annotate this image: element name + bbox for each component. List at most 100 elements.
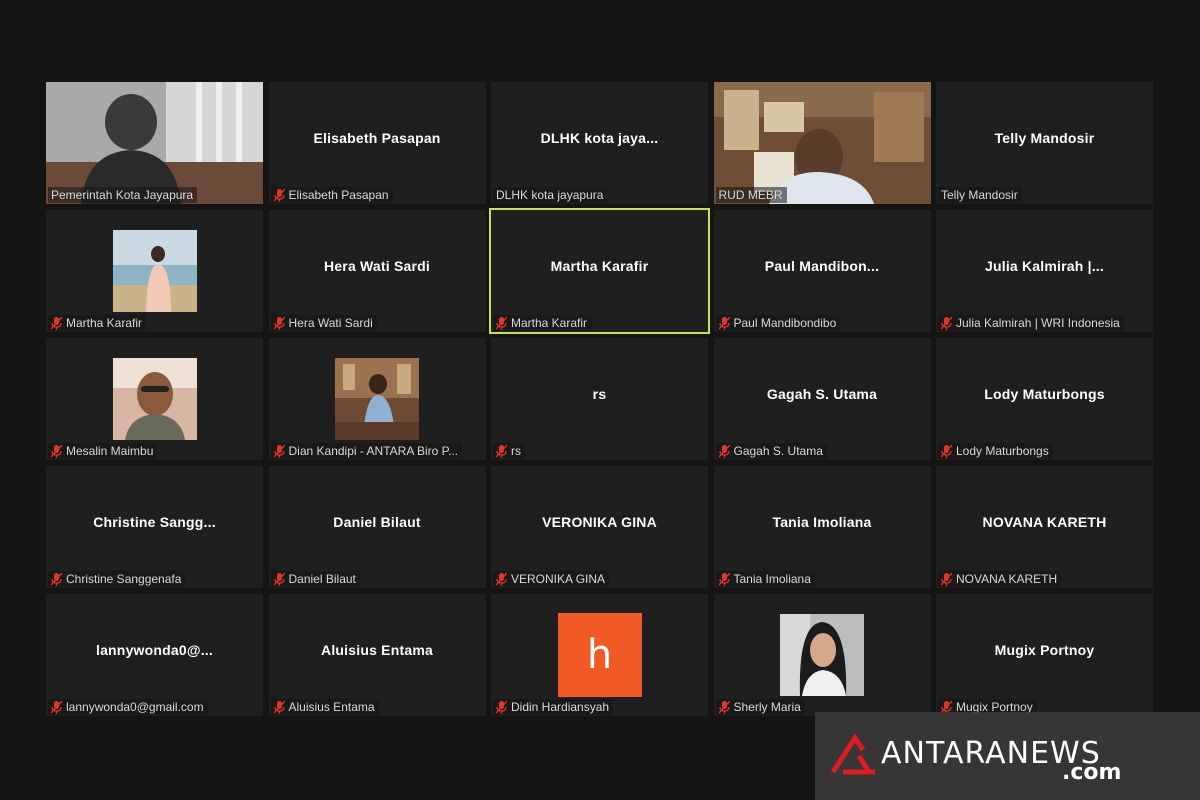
participant-name: Lody Maturbongs [956, 444, 1049, 458]
mic-muted-icon [273, 316, 285, 330]
participant-display-name: Martha Karafir [550, 258, 649, 275]
participant-tile[interactable]: Paul Mandibon... Paul Mandibondibo [713, 210, 931, 332]
gallery-grid: Pemerintah Kota Jayapura Elisabeth Pasap… [46, 82, 1153, 716]
profile-photo [112, 358, 197, 440]
participant-tile[interactable]: Mugix Portnoy Mugix Portnoy [936, 594, 1153, 716]
participant-display-name: Paul Mandibon... [764, 258, 880, 275]
participant-tile[interactable]: DLHK kota jaya... DLHK kota jayapura [491, 82, 708, 204]
participant-name-label: Didin Hardiansyah [493, 699, 614, 715]
participant-name: Christine Sanggenafa [66, 572, 182, 586]
mic-muted-icon [496, 444, 507, 458]
profile-photo [112, 230, 197, 312]
participant-tile[interactable]: Sherly Maria [713, 594, 931, 716]
mic-muted-icon [941, 572, 952, 586]
participant-name-label: Martha Karafir [48, 315, 147, 331]
participant-name: Paul Mandibondibo [733, 316, 837, 330]
participant-tile[interactable]: Hera Wati Sardi Hera Wati Sardi [268, 210, 486, 332]
antara-logo-icon [830, 733, 875, 775]
mic-muted-icon [941, 444, 952, 458]
participant-display-name: Julia Kalmirah |... [985, 258, 1104, 275]
participant-video [46, 82, 263, 204]
participant-name: Didin Hardiansyah [511, 700, 610, 714]
participant-tile[interactable]: Tania Imoliana Tania Imoliana [713, 466, 931, 588]
participant-name-label: DLHK kota jayapura [493, 187, 608, 203]
participant-name-label: Daniel Bilaut [270, 571, 360, 587]
participant-name-label: Lody Maturbongs [938, 443, 1053, 459]
participant-name: rs [511, 444, 521, 458]
mic-muted-icon [718, 316, 730, 330]
participant-tile[interactable]: Martha Karafir [46, 210, 263, 332]
participant-display-name: Mugix Portnoy [994, 642, 1095, 659]
participant-tile[interactable]: Pemerintah Kota Jayapura [46, 82, 263, 204]
participant-tile[interactable]: lannywonda0@... lannywonda0@gmail.com [46, 594, 263, 716]
participant-name-label: Sherly Maria [715, 699, 805, 715]
participant-display-name: Elisabeth Pasapan [313, 130, 441, 147]
participant-display-name: lannywonda0@... [95, 642, 213, 659]
participant-display-name: DLHK kota jaya... [540, 130, 659, 147]
participant-name: VERONIKA GINA [511, 572, 606, 586]
participant-name-label: Martha Karafir [493, 315, 592, 331]
participant-display-name: Telly Mandosir [994, 130, 1095, 147]
participant-display-name: Daniel Bilaut [333, 514, 421, 531]
participant-tile[interactable]: NOVANA KARETH NOVANA KARETH [936, 466, 1153, 588]
participant-name: Dian Kandipi - ANTARA Biro P... [288, 444, 459, 458]
participant-tile[interactable]: Telly Mandosir Telly Mandosir [936, 82, 1153, 204]
antaranews-watermark: ANTARANEWS .com [815, 712, 1200, 800]
participant-name: Pemerintah Kota Jayapura [51, 188, 194, 202]
participant-name-label: NOVANA KARETH [938, 571, 1062, 587]
participant-tile[interactable]: Lody Maturbongs Lody Maturbongs [936, 338, 1153, 460]
participant-display-name: Christine Sangg... [93, 514, 216, 531]
participant-name: Sherly Maria [733, 700, 801, 714]
participant-name-label: Aluisius Entama [270, 699, 379, 715]
participant-name-label: lannywonda0@gmail.com [48, 699, 208, 715]
mic-muted-icon [51, 572, 62, 586]
mic-muted-icon [496, 572, 507, 586]
mic-muted-icon [718, 572, 730, 586]
participant-display-name: Aluisius Entama [321, 642, 433, 659]
participant-tile[interactable]: Christine Sangg... Christine Sanggenafa [46, 466, 263, 588]
participant-name: NOVANA KARETH [956, 572, 1058, 586]
participant-name: DLHK kota jayapura [496, 188, 604, 202]
participant-name-label: Hera Wati Sardi [270, 315, 377, 331]
participant-tile[interactable]: Dian Kandipi - ANTARA Biro P... [268, 338, 486, 460]
participant-name: Julia Kalmirah | WRI Indonesia [956, 316, 1120, 330]
participant-name: RUD MEBR [718, 188, 783, 202]
participant-tile[interactable]: VERONIKA GINA VERONIKA GINA [491, 466, 708, 588]
participant-name-label: Christine Sanggenafa [48, 571, 186, 587]
mic-muted-icon [51, 444, 62, 458]
participant-name: Mesalin Maimbu [66, 444, 154, 458]
mic-muted-icon [273, 572, 285, 586]
participant-tile[interactable]: RUD MEBR [713, 82, 931, 204]
participant-tile[interactable]: Elisabeth Pasapan Elisabeth Pasapan [268, 82, 486, 204]
participant-display-name: Hera Wati Sardi [324, 258, 430, 275]
participant-name: Elisabeth Pasapan [288, 188, 389, 202]
participant-display-name: Tania Imoliana [772, 514, 872, 531]
participant-name-label: Telly Mandosir [938, 187, 1022, 203]
participant-tile[interactable]: rs rs [491, 338, 708, 460]
participant-display-name: VERONIKA GINA [542, 514, 657, 531]
participant-name: lannywonda0@gmail.com [66, 700, 204, 714]
mic-muted-icon [273, 700, 285, 714]
participant-display-name: rs [592, 386, 607, 403]
mic-muted-icon [941, 316, 952, 330]
avatar: h [557, 613, 642, 697]
mic-muted-icon [51, 316, 62, 330]
watermark-suffix: .com [1062, 760, 1122, 785]
participant-name-label: rs [493, 443, 525, 459]
profile-photo [780, 614, 864, 696]
participant-tile[interactable]: Daniel Bilaut Daniel Bilaut [268, 466, 486, 588]
participant-name: Martha Karafir [66, 316, 143, 330]
participant-tile[interactable]: Aluisius Entama Aluisius Entama [268, 594, 486, 716]
participant-name-label: Dian Kandipi - ANTARA Biro P... [270, 443, 463, 459]
participant-tile[interactable]: Julia Kalmirah |... Julia Kalmirah | WRI… [936, 210, 1153, 332]
participant-name: Hera Wati Sardi [288, 316, 373, 330]
mic-muted-icon [496, 700, 507, 714]
participant-name-label: RUD MEBR [715, 187, 787, 203]
participant-tile[interactable]: Mesalin Maimbu [46, 338, 263, 460]
participant-name-label: Gagah S. Utama [715, 443, 827, 459]
mic-muted-icon [273, 444, 285, 458]
active-speaker-tile[interactable]: Martha Karafir Martha Karafir [489, 208, 710, 334]
participant-tile[interactable]: Gagah S. Utama Gagah S. Utama [713, 338, 931, 460]
participant-name: Gagah S. Utama [733, 444, 823, 458]
participant-tile[interactable]: h Didin Hardiansyah [491, 594, 708, 716]
